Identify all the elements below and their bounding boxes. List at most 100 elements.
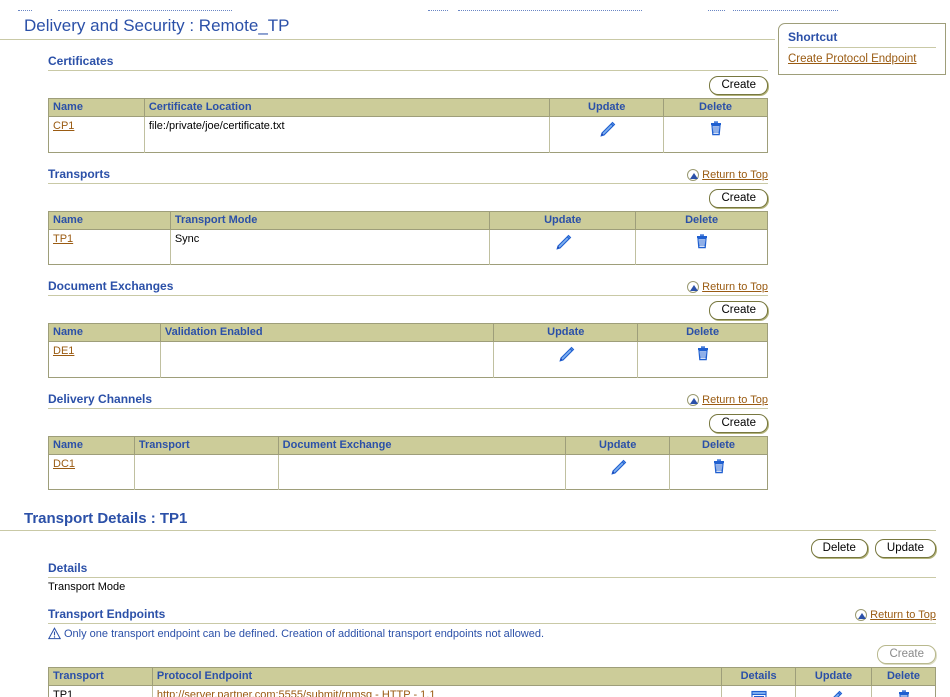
cell-transport bbox=[134, 454, 279, 479]
circle-up-arrow-icon bbox=[687, 393, 700, 406]
col-delete: Delete bbox=[871, 667, 936, 686]
cell-details bbox=[721, 685, 797, 697]
transports-create-button[interactable]: Create bbox=[709, 188, 768, 208]
col-protocol-endpoint: Protocol Endpoint bbox=[152, 667, 723, 686]
delivery-channels-title: Delivery Channels bbox=[48, 391, 153, 406]
return-to-top-transport-endpoints[interactable]: Return to Top bbox=[855, 609, 936, 621]
transport-endpoints-section-header: Transport Endpoints Return to Top bbox=[48, 607, 936, 624]
delivery-channels-button-row: Create bbox=[48, 409, 768, 436]
col-name: Name bbox=[48, 211, 171, 230]
delivery-channel-name-link[interactable]: DC1 bbox=[53, 458, 75, 470]
document-exchange-name-link[interactable]: DE1 bbox=[53, 345, 74, 357]
warning-triangle-icon bbox=[47, 627, 62, 640]
document-exchanges-title: Document Exchanges bbox=[48, 279, 174, 293]
trash-icon[interactable] bbox=[710, 458, 728, 476]
transport-mode-label: Transport Mode bbox=[48, 581, 126, 593]
col-update: Update bbox=[493, 323, 639, 342]
pencil-icon[interactable] bbox=[556, 345, 576, 363]
dotted-rule-1 bbox=[18, 10, 32, 11]
dotted-rule-2 bbox=[58, 10, 232, 11]
trash-icon[interactable] bbox=[694, 345, 712, 363]
cell-update bbox=[795, 685, 872, 697]
cell-certificate-location: file:/private/joe/certificate.txt bbox=[144, 116, 551, 141]
dotted-rule-4 bbox=[458, 10, 642, 11]
col-name: Name bbox=[48, 436, 135, 455]
protocol-endpoint-link[interactable]: http://server.partner.com:5555/submit/rn… bbox=[157, 689, 436, 697]
return-to-top-transports[interactable]: Return to Top bbox=[687, 168, 768, 181]
table-spacer-row bbox=[48, 478, 768, 490]
delivery-channels-create-button[interactable]: Create bbox=[709, 413, 768, 433]
transport-endpoints-table: Transport Protocol Endpoint Details Upda… bbox=[48, 667, 936, 697]
document-exchanges-section-header: Document Exchanges Return to Top bbox=[48, 279, 768, 296]
col-validation-enabled: Validation Enabled bbox=[160, 323, 495, 342]
transport-details-button-row: Delete Update bbox=[0, 531, 936, 561]
return-to-top-link[interactable]: Return to Top bbox=[702, 169, 768, 181]
table-header-row: Transport Protocol Endpoint Details Upda… bbox=[48, 667, 936, 686]
certificate-name-link[interactable]: CP1 bbox=[53, 120, 74, 132]
return-to-top-link[interactable]: Return to Top bbox=[702, 394, 768, 406]
return-to-top-link[interactable]: Return to Top bbox=[870, 609, 936, 621]
cell-delete bbox=[636, 229, 768, 254]
transport-endpoints-title: Transport Endpoints bbox=[48, 607, 166, 621]
endpoint-warning-text: Only one transport endpoint can be defin… bbox=[64, 627, 545, 640]
cell-protocol-endpoint: http://server.partner.com:5555/submit/rn… bbox=[152, 685, 723, 697]
transport-name-link[interactable]: TP1 bbox=[53, 233, 73, 245]
cell-name: CP1 bbox=[48, 116, 145, 141]
pencil-icon[interactable] bbox=[553, 233, 573, 251]
table-spacer-row bbox=[48, 253, 768, 265]
circle-up-arrow-icon bbox=[687, 168, 700, 181]
return-to-top-document-exchanges[interactable]: Return to Top bbox=[687, 281, 768, 293]
cell-transport-mode: Sync bbox=[170, 229, 491, 254]
transport-details-title: Transport Details : TP1 bbox=[0, 510, 936, 531]
transports-table: Name Transport Mode Update Delete TP1 Sy… bbox=[48, 210, 768, 265]
col-transport: Transport bbox=[48, 667, 153, 686]
cell-update bbox=[565, 454, 671, 479]
col-delete: Delete bbox=[669, 436, 768, 455]
page-title: Delivery and Security : Remote_TP bbox=[0, 16, 775, 40]
page-root: Shortcut Create Protocol Endpoint Delive… bbox=[0, 16, 950, 697]
col-name: Name bbox=[48, 98, 145, 117]
pencil-icon[interactable] bbox=[608, 458, 628, 476]
trash-icon[interactable] bbox=[895, 689, 913, 697]
create-protocol-endpoint-link[interactable]: Create Protocol Endpoint bbox=[788, 53, 917, 65]
delivery-channels-section-header: Delivery Channels Return to Top bbox=[48, 392, 768, 409]
pencil-icon[interactable] bbox=[824, 689, 844, 697]
cell-update bbox=[549, 116, 665, 141]
certificates-section-header: Certificates bbox=[48, 54, 768, 71]
col-delete: Delete bbox=[635, 211, 768, 230]
trash-icon[interactable] bbox=[707, 120, 725, 138]
certificates-create-button[interactable]: Create bbox=[709, 76, 768, 95]
col-document-exchange: Document Exchange bbox=[278, 436, 567, 455]
document-exchanges-section: Document Exchanges Return to Top Create … bbox=[0, 279, 775, 378]
return-to-top-delivery-channels[interactable]: Return to Top bbox=[687, 393, 768, 406]
transport-update-button[interactable]: Update bbox=[874, 539, 936, 558]
table-header-row: Name Certificate Location Update Delete bbox=[48, 98, 768, 117]
circle-up-arrow-icon bbox=[855, 609, 868, 621]
pencil-icon[interactable] bbox=[597, 120, 617, 138]
cell-validation-enabled bbox=[160, 341, 495, 366]
cell-name: DC1 bbox=[48, 454, 135, 479]
document-exchanges-create-button[interactable]: Create bbox=[709, 301, 768, 320]
table-header-row: Name Transport Mode Update Delete bbox=[48, 211, 768, 230]
certificates-title: Certificates bbox=[48, 54, 114, 68]
transport-delete-button[interactable]: Delete bbox=[810, 539, 868, 558]
col-name: Name bbox=[48, 323, 161, 342]
shortcut-panel: Shortcut Create Protocol Endpoint bbox=[778, 23, 946, 75]
shortcut-heading: Shortcut bbox=[788, 30, 936, 48]
endpoint-warning-row: Only one transport endpoint can be defin… bbox=[47, 624, 950, 640]
certificates-table: Name Certificate Location Update Delete … bbox=[48, 98, 768, 153]
col-certificate-location: Certificate Location bbox=[144, 98, 551, 117]
return-to-top-link[interactable]: Return to Top bbox=[702, 281, 768, 293]
certificates-button-row: Create bbox=[48, 71, 768, 98]
dotted-rule-3 bbox=[428, 10, 448, 11]
details-title: Details bbox=[48, 561, 936, 578]
window-details-icon[interactable] bbox=[750, 690, 768, 697]
cell-name: TP1 bbox=[48, 229, 171, 254]
transports-title: Transports bbox=[48, 166, 111, 181]
trash-icon[interactable] bbox=[693, 233, 711, 251]
transport-endpoints-create-button[interactable]: Create bbox=[877, 645, 936, 664]
table-row: DC1 bbox=[48, 454, 768, 479]
dotted-rule-5 bbox=[708, 10, 725, 11]
transports-section-header: Transports Return to Top bbox=[48, 167, 768, 184]
cell-delete bbox=[872, 686, 936, 697]
